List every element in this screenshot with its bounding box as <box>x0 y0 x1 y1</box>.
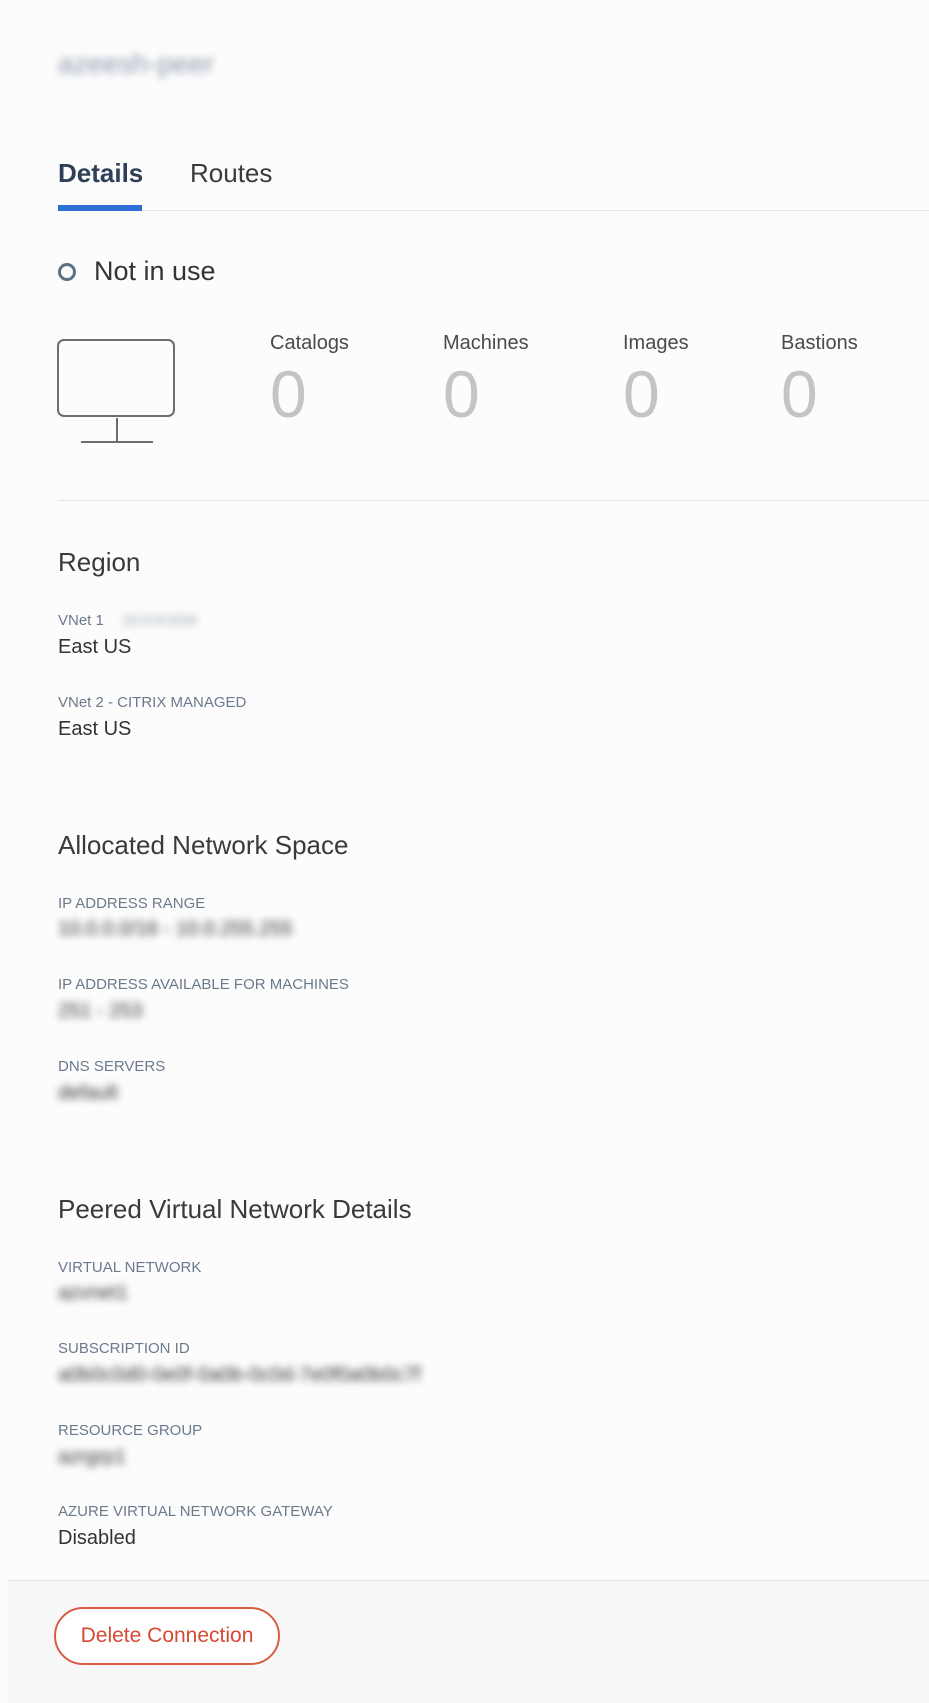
status-text: Not in use <box>94 256 216 286</box>
gateway-value: Disabled <box>58 1527 136 1549</box>
stat-label: Machines <box>443 332 529 354</box>
tab-routes[interactable]: Routes <box>190 158 272 189</box>
peered-heading: Peered Virtual Network Details <box>58 1194 412 1224</box>
vnet1-address: 10.0.0.0/16 <box>122 612 198 629</box>
active-tab-indicator <box>58 205 142 211</box>
dns-label: DNS SERVERS <box>58 1058 166 1075</box>
virtual-network-value: azvnet1 <box>58 1282 129 1304</box>
page-title: azeesh-peer <box>58 48 214 79</box>
ip-available-value: 251 - 253 <box>58 1000 143 1022</box>
ip-range-value: 10.0.0.0/16 - 10.0.255.255 <box>58 918 293 940</box>
connection-details-panel: azeesh-peer Details Routes Not in use Ca… <box>0 0 929 1703</box>
vnet1-label-text: VNet 1 <box>58 612 104 629</box>
vnet2-label: VNet 2 - CITRIX MANAGED <box>58 694 247 711</box>
network-space-heading: Allocated Network Space <box>58 830 349 860</box>
resource-group-label: RESOURCE GROUP <box>58 1422 203 1439</box>
resource-group-value: azrgrp1 <box>58 1446 126 1468</box>
stat-machines: Machines 0 <box>443 332 529 427</box>
vnet1-label: VNet 1 10.0.0.0/16 <box>58 612 197 629</box>
stat-value: 0 <box>443 357 480 431</box>
stat-value: 0 <box>781 357 818 431</box>
ip-range-label: IP ADDRESS RANGE <box>58 895 206 912</box>
gateway-label: AZURE VIRTUAL NETWORK GATEWAY <box>58 1503 333 1520</box>
stat-value: 0 <box>623 357 660 431</box>
stat-bastions: Bastions 0 <box>781 332 858 427</box>
region-heading: Region <box>58 547 141 577</box>
stat-label: Images <box>623 332 689 354</box>
footer-bar: Delete Connection <box>8 1580 929 1703</box>
stat-label: Bastions <box>781 332 858 354</box>
delete-connection-button[interactable]: Delete Connection <box>54 1607 280 1665</box>
ip-available-label: IP ADDRESS AVAILABLE FOR MACHINES <box>58 976 349 993</box>
usage-status: Not in use <box>58 256 216 287</box>
virtual-network-label: VIRTUAL NETWORK <box>58 1259 202 1276</box>
vnet2-value: East US <box>58 718 132 740</box>
subscription-label: SUBSCRIPTION ID <box>58 1340 190 1357</box>
subscription-value: a0b0c0d0-0e0f-0a0b-0c0d-7e0f0a0b0c7f <box>58 1364 421 1386</box>
stat-value: 0 <box>270 357 307 431</box>
stat-images: Images 0 <box>623 332 689 427</box>
section-divider <box>58 500 929 501</box>
monitor-icon <box>57 339 175 443</box>
stat-catalogs: Catalogs 0 <box>270 332 349 427</box>
tab-bar: Details Routes <box>58 150 929 211</box>
vnet1-value: East US <box>58 636 132 658</box>
dns-value: default <box>58 1082 119 1104</box>
stat-label: Catalogs <box>270 332 349 354</box>
tab-details[interactable]: Details <box>58 158 143 189</box>
circle-outline-icon <box>58 262 76 281</box>
